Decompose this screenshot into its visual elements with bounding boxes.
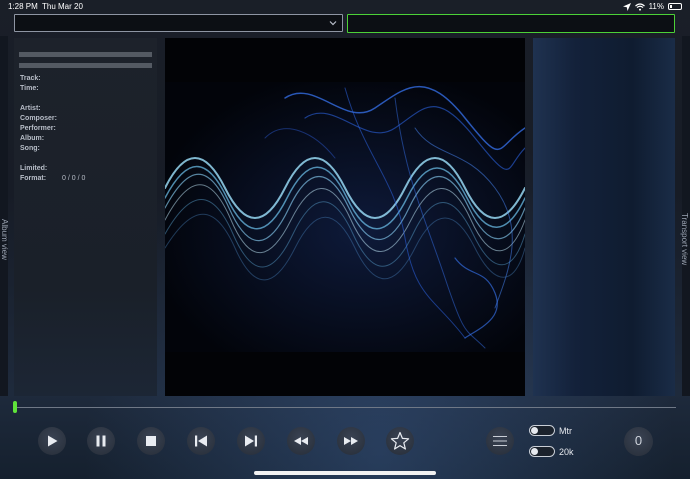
rate-toggle[interactable]: [529, 446, 555, 457]
meter-toggle-row: Mtr: [529, 425, 572, 436]
track-info-panel: Track: Time: Artist: Composer: Performer…: [14, 38, 157, 396]
status-time: 1:28 PM: [8, 2, 38, 11]
search-field[interactable]: [347, 14, 675, 33]
transport-view-label: Transport view: [680, 213, 689, 266]
format-label: Format:: [20, 175, 47, 182]
track-label: Track:: [20, 75, 41, 82]
rate-toggle-label: 20k: [559, 446, 574, 457]
pause-button[interactable]: [87, 427, 115, 455]
queue-counter[interactable]: 0: [624, 427, 653, 456]
rate-toggle-row: 20k: [529, 446, 574, 457]
meter-toggle[interactable]: [529, 425, 555, 436]
menu-icon: [493, 436, 507, 446]
favorite-button[interactable]: [386, 427, 414, 455]
limited-label: Limited:: [20, 165, 48, 172]
title-placeholder-bar: [19, 52, 152, 57]
menu-button[interactable]: [486, 427, 514, 455]
performer-label: Performer:: [20, 125, 56, 132]
album-view-label: Album view: [0, 219, 9, 260]
source-select[interactable]: [14, 14, 343, 32]
album-label: Album:: [20, 135, 45, 142]
album-view-tab[interactable]: [0, 36, 8, 396]
fast-forward-icon: [344, 437, 358, 445]
previous-track-button[interactable]: [187, 427, 215, 455]
home-indicator[interactable]: [254, 471, 436, 475]
subtitle-placeholder-bar: [19, 63, 152, 68]
chevron-down-icon: [329, 21, 337, 26]
next-track-icon: [245, 435, 257, 447]
play-icon: [48, 435, 58, 447]
location-icon: [622, 2, 631, 11]
previous-track-icon: [195, 435, 207, 447]
progress-handle[interactable]: [13, 401, 17, 413]
status-indicators: 11%: [622, 2, 682, 11]
status-date: Thu Mar 20: [42, 2, 83, 11]
album-art-image: [165, 38, 525, 396]
transport-panel: [533, 38, 675, 396]
pause-icon: [96, 435, 106, 447]
time-label: Time:: [20, 85, 39, 92]
battery-percent: 11%: [648, 2, 664, 11]
fast-forward-button[interactable]: [337, 427, 365, 455]
star-icon: [390, 431, 410, 450]
rewind-icon: [294, 437, 308, 445]
status-bar: 1:28 PM Thu Mar 20 11%: [0, 0, 690, 14]
stop-icon: [146, 436, 156, 446]
battery-icon: [668, 3, 682, 10]
next-track-button[interactable]: [237, 427, 265, 455]
progress-track[interactable]: [14, 407, 676, 408]
song-label: Song:: [20, 145, 40, 152]
album-art[interactable]: [165, 38, 525, 396]
meter-toggle-label: Mtr: [559, 425, 572, 436]
artist-label: Artist:: [20, 105, 41, 112]
play-button[interactable]: [38, 427, 66, 455]
composer-label: Composer:: [20, 115, 57, 122]
stop-button[interactable]: [137, 427, 165, 455]
rewind-button[interactable]: [287, 427, 315, 455]
wifi-icon: [634, 2, 645, 11]
format-value: 0 / 0 / 0: [62, 175, 86, 182]
